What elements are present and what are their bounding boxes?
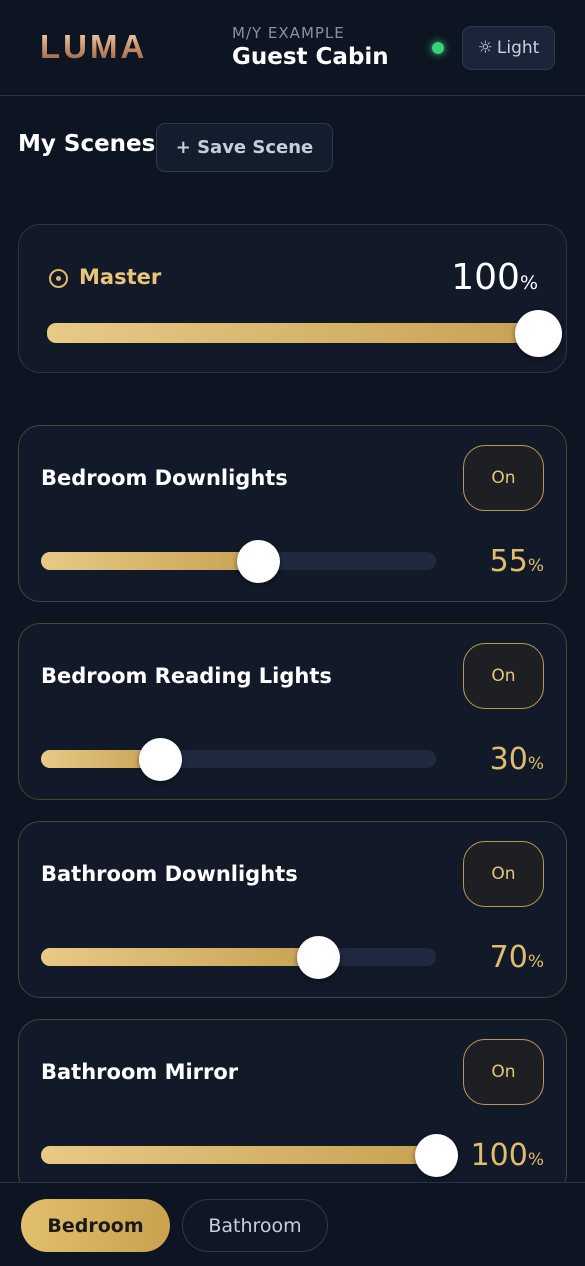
light-card-bathroom-downlights: Bathroom Downlights On 70% (18, 821, 567, 998)
room-tab-bar: Bedroom Bathroom (0, 1182, 585, 1266)
app-screen: LUMA M/Y EXAMPLE Guest Cabin ☼ Light My … (0, 0, 585, 1266)
connection-status-dot (432, 42, 444, 54)
light-slider-fill (41, 1146, 436, 1164)
light-name: Bathroom Mirror (41, 1060, 239, 1084)
light-slider-handle[interactable] (237, 540, 281, 583)
sun-icon: ☼ (477, 38, 493, 58)
light-slider-handle[interactable] (138, 738, 182, 781)
svg-text:LUMA: LUMA (40, 30, 147, 62)
light-toggle-button[interactable]: On (463, 445, 544, 511)
scenes-title: My Scenes (18, 131, 156, 157)
light-name: Bedroom Downlights (41, 466, 288, 490)
master-value-number: 100 (451, 257, 520, 298)
light-toggle-button[interactable]: On (463, 841, 544, 907)
theme-toggle-label: Light (496, 38, 540, 58)
light-value-number: 30 (489, 742, 528, 777)
light-slider-handle[interactable] (296, 936, 340, 979)
theme-toggle-button[interactable]: ☼ Light (462, 26, 555, 70)
master-value-unit: % (519, 272, 538, 294)
light-card-bathroom-mirror: Bathroom Mirror On 100% (18, 1019, 567, 1196)
light-card-bedroom-reading-lights: Bedroom Reading Lights On 30% (18, 623, 567, 800)
light-toggle-button[interactable]: On (463, 1039, 544, 1105)
tab-bedroom[interactable]: Bedroom (21, 1199, 170, 1252)
light-value-unit: % (527, 754, 544, 774)
light-slider[interactable] (41, 1134, 458, 1177)
light-slider-fill (41, 948, 318, 966)
master-label: Master (79, 265, 162, 289)
light-toggle-button[interactable]: On (463, 643, 544, 709)
cabin-name: Guest Cabin (232, 44, 389, 70)
luma-logo: LUMA (40, 30, 147, 62)
tab-bathroom[interactable]: Bathroom (182, 1199, 328, 1252)
light-slider[interactable] (41, 936, 436, 979)
light-slider-fill (41, 552, 259, 570)
light-slider[interactable] (41, 738, 436, 781)
light-value-number: 70 (489, 940, 528, 975)
light-value: 100% (471, 1138, 544, 1173)
light-value: 30% (490, 742, 544, 777)
light-value-unit: % (527, 556, 544, 576)
light-value-unit: % (527, 952, 544, 972)
master-slider-fill (47, 323, 539, 343)
vessel-name: M/Y EXAMPLE (232, 24, 345, 42)
master-card: Master 100% (18, 224, 567, 373)
light-slider-handle[interactable] (415, 1134, 458, 1177)
light-value: 70% (490, 940, 544, 975)
save-scene-button[interactable]: + Save Scene (156, 123, 333, 172)
light-name: Bathroom Downlights (41, 862, 298, 886)
master-slider[interactable] (47, 310, 562, 357)
light-slider[interactable] (41, 540, 436, 583)
light-value-unit: % (527, 1150, 544, 1170)
master-value: 100% (451, 257, 538, 298)
master-slider-handle[interactable] (515, 310, 562, 357)
light-value-number: 100 (470, 1138, 528, 1173)
light-name: Bedroom Reading Lights (41, 664, 332, 688)
light-card-bedroom-downlights: Bedroom Downlights On 55% (18, 425, 567, 602)
header: LUMA M/Y EXAMPLE Guest Cabin ☼ Light (0, 0, 585, 96)
light-value-number: 55 (489, 544, 528, 579)
master-dial-icon (49, 269, 68, 288)
light-value: 55% (490, 544, 544, 579)
